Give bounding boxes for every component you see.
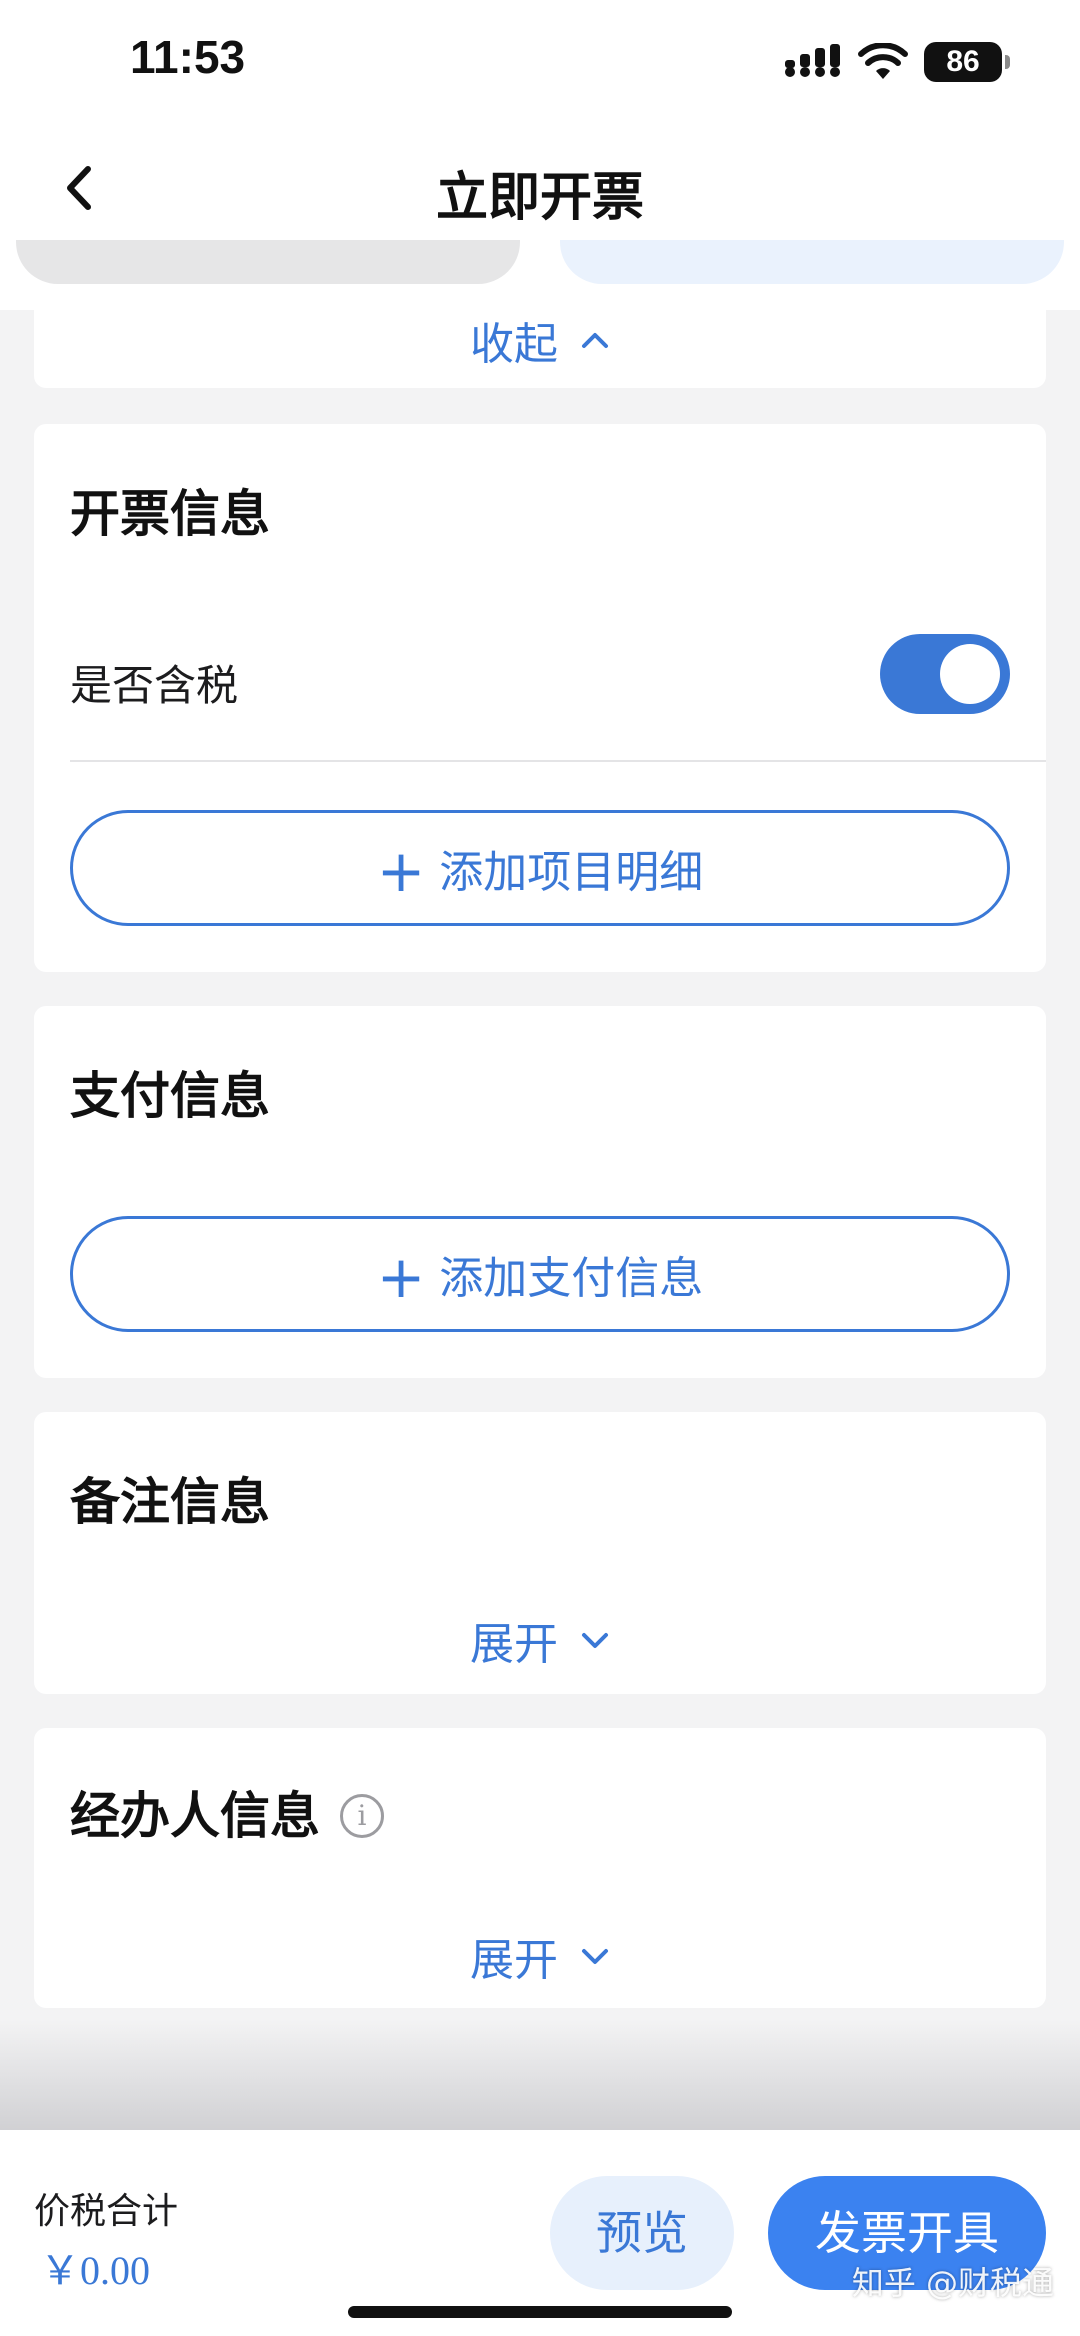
handler-expand-button[interactable]: 展开	[34, 1924, 1046, 1988]
handler-info-card: 经办人信息 i 展开	[34, 1728, 1046, 2008]
plus-icon: +	[376, 1243, 426, 1311]
invoice-info-card: 开票信息 是否含税 + 添加项目明细	[34, 424, 1046, 972]
add-item-label: 添加项目明细	[439, 847, 704, 898]
expand-label: 展开	[470, 1935, 558, 1986]
plus-icon: +	[376, 837, 426, 905]
status-bar: 11:53 86	[0, 0, 1080, 125]
add-item-button[interactable]: + 添加项目明细	[70, 810, 1010, 926]
collapse-button[interactable]: 收起	[34, 308, 1046, 372]
option-pill-left[interactable]	[16, 240, 520, 284]
payment-info-title: 支付信息	[70, 1067, 270, 1125]
handler-info-title: 经办人信息 i	[70, 1776, 384, 1848]
total-label: 价税合计	[34, 2191, 179, 2232]
page-title: 立即开票	[435, 168, 644, 228]
toggle-knob	[940, 644, 1000, 704]
signal-icon	[785, 44, 840, 77]
add-payment-button[interactable]: + 添加支付信息	[70, 1216, 1010, 1332]
scroll-shadow	[0, 2020, 1080, 2130]
divider	[70, 760, 1046, 762]
option-pill-right[interactable]	[560, 240, 1064, 284]
info-icon[interactable]: i	[340, 1793, 384, 1838]
chevron-down-icon	[582, 1633, 608, 1648]
watermark: 知乎 @财税通	[851, 2264, 1054, 2302]
remark-info-title: 备注信息	[70, 1473, 270, 1531]
chevron-up-icon	[582, 333, 608, 348]
collapse-label: 收起	[470, 319, 558, 370]
bottom-action-bar: 价税合计 ￥0.00 预览 发票开具 知乎 @财税通	[0, 2130, 1080, 2336]
status-time: 11:53	[130, 31, 246, 83]
add-payment-label: 添加支付信息	[439, 1253, 704, 1304]
chevron-down-icon	[582, 1949, 608, 1964]
nav-bar: 立即开票	[0, 125, 1080, 250]
wifi-icon	[858, 43, 908, 79]
total-value: ￥0.00	[40, 2248, 150, 2293]
buyer-info-card: 收起	[34, 290, 1046, 388]
expand-label: 展开	[470, 1619, 558, 1670]
remark-info-card: 备注信息 展开	[34, 1412, 1046, 1694]
remark-expand-button[interactable]: 展开	[34, 1608, 1046, 1672]
status-icons: 86	[784, 38, 1010, 86]
handler-info-title-text: 经办人信息	[70, 1787, 320, 1845]
battery-icon: 86	[924, 42, 1010, 82]
tax-included-toggle[interactable]	[880, 634, 1010, 714]
invoice-info-title: 开票信息	[70, 485, 270, 543]
payment-info-card: 支付信息 + 添加支付信息	[34, 1006, 1046, 1378]
tax-included-label: 是否含税	[70, 661, 239, 710]
preview-button[interactable]: 预览	[550, 2176, 734, 2290]
home-indicator[interactable]	[348, 2306, 732, 2318]
